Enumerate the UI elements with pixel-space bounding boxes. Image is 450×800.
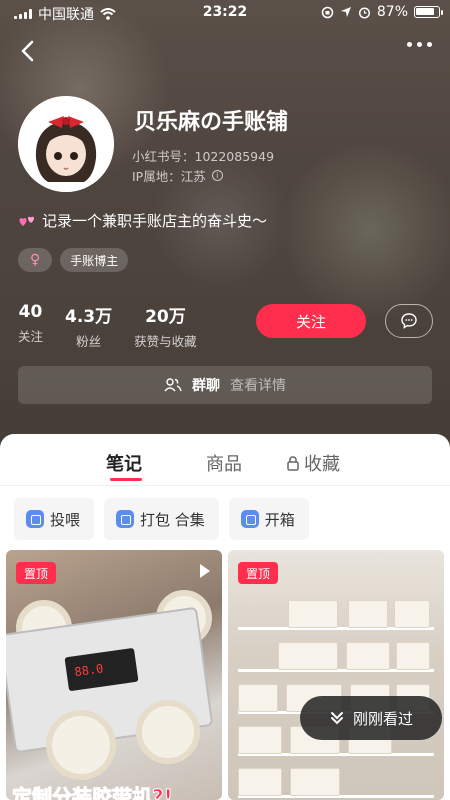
stat-followers[interactable]: 4.3万 粉丝 — [65, 302, 112, 350]
pinned-badge: 置顶 — [238, 562, 279, 584]
female-icon: ♀ — [30, 252, 41, 268]
notes-grid: 88.0 置顶 定制分装胶带机?! 置顶 — [6, 550, 444, 800]
collection-icon — [240, 510, 259, 528]
stat-num: 40 — [18, 302, 43, 322]
rotation-lock-icon — [321, 6, 334, 18]
group-chat-bar[interactable]: 群聊 查看详情 — [18, 366, 432, 404]
more-options-icon[interactable] — [407, 42, 432, 47]
profile-tags: ♀ 手账博主 — [18, 248, 129, 272]
pinned-badge: 置顶 — [16, 562, 57, 584]
stat-label: 获赞与收藏 — [134, 334, 197, 349]
info-icon[interactable]: i — [211, 170, 223, 181]
profile-bio: 记录一个兼职手账店主的奋斗史～ — [18, 210, 267, 231]
stat-following[interactable]: 40 关注 — [18, 302, 43, 350]
lock-icon — [287, 456, 299, 471]
group-icon — [164, 378, 182, 392]
collection-chips: 投喂 打包 合集 开箱 — [14, 498, 309, 540]
battery-percent: 87% — [376, 4, 408, 20]
tape-roll-image — [136, 700, 200, 764]
location-icon — [340, 7, 351, 17]
recently-viewed-button[interactable]: 刚刚看过 — [300, 696, 442, 740]
note-card-title: 定制分装胶带机?! — [12, 785, 174, 800]
profile-id: 小红书号：1022085949 — [132, 149, 275, 164]
chat-bubble-icon — [401, 313, 417, 329]
gender-tag: ♀ — [18, 248, 53, 272]
hearts-icon — [19, 216, 35, 226]
shelf-row-image — [238, 632, 434, 672]
machine-display: 88.0 — [64, 647, 139, 692]
tab-favorites-label: 收藏 — [304, 454, 340, 475]
profile-stats: 40 关注 4.3万 粉丝 20万 获赞与收藏 — [18, 302, 197, 350]
stat-label: 关注 — [18, 329, 44, 344]
video-play-icon — [200, 564, 210, 578]
avatar-illustration — [18, 96, 114, 192]
note-card[interactable]: 置顶 — [228, 550, 444, 800]
collection-icon — [26, 510, 44, 528]
status-right: 87% — [321, 4, 443, 20]
note-card[interactable]: 88.0 置顶 定制分装胶带机?! — [6, 550, 222, 800]
content-sheet: 笔记 商品 收藏 投喂 打包 合集 开箱 88.0 置顶 定制分装胶带机?! 置… — [0, 434, 450, 800]
bio-text: 记录一个兼职手账店主的奋斗史～ — [42, 212, 268, 230]
chip-pack-collection[interactable]: 打包 合集 — [104, 498, 219, 540]
stat-likes-collects[interactable]: 20万 获赞与收藏 — [134, 302, 197, 350]
tab-notes[interactable]: 笔记 — [106, 450, 142, 476]
chip-label: 投喂 — [50, 510, 81, 529]
stat-num: 20万 — [145, 307, 186, 327]
ip-location: IP属地：江苏 i — [132, 166, 223, 185]
ip-location-label: IP属地：江苏 — [132, 169, 206, 184]
chip-label: 打包 合集 — [140, 510, 205, 529]
battery-level — [416, 8, 435, 15]
machine-digits: 88.0 — [73, 661, 105, 680]
recently-viewed-label: 刚刚看过 — [352, 709, 413, 728]
collection-icon — [116, 510, 135, 528]
tape-roll-image — [46, 710, 116, 780]
back-icon[interactable] — [14, 36, 44, 66]
follow-button[interactable]: 关注 — [256, 304, 366, 338]
double-chevron-down-icon — [330, 712, 343, 725]
tab-notes-label: 笔记 — [106, 454, 142, 475]
chip-feed[interactable]: 投喂 — [14, 498, 95, 540]
role-tag[interactable]: 手账博主 — [60, 248, 129, 272]
content-tabs: 笔记 商品 收藏 — [0, 434, 450, 486]
shelf-row-image — [238, 590, 434, 630]
tab-products[interactable]: 商品 — [206, 450, 242, 476]
status-bar: 中国联通 23:22 87% — [0, 0, 450, 26]
tab-products-label: 商品 — [206, 454, 242, 475]
chip-unboxing[interactable]: 开箱 — [228, 498, 309, 540]
message-button[interactable] — [385, 304, 433, 338]
profile-name: 贝乐麻の手账铺 — [134, 110, 289, 135]
group-chat-label: 群聊 — [192, 378, 220, 394]
battery-icon — [414, 6, 443, 18]
tab-favorites[interactable]: 收藏 — [286, 450, 340, 476]
chip-label: 开箱 — [264, 510, 295, 529]
alarm-icon — [358, 6, 370, 19]
group-chat-detail: 查看详情 — [230, 378, 286, 394]
stat-num: 4.3万 — [65, 307, 113, 327]
shelf-row-image — [238, 758, 434, 798]
stat-label: 粉丝 — [76, 334, 102, 349]
active-tab-indicator — [110, 478, 142, 481]
avatar[interactable] — [18, 96, 114, 192]
